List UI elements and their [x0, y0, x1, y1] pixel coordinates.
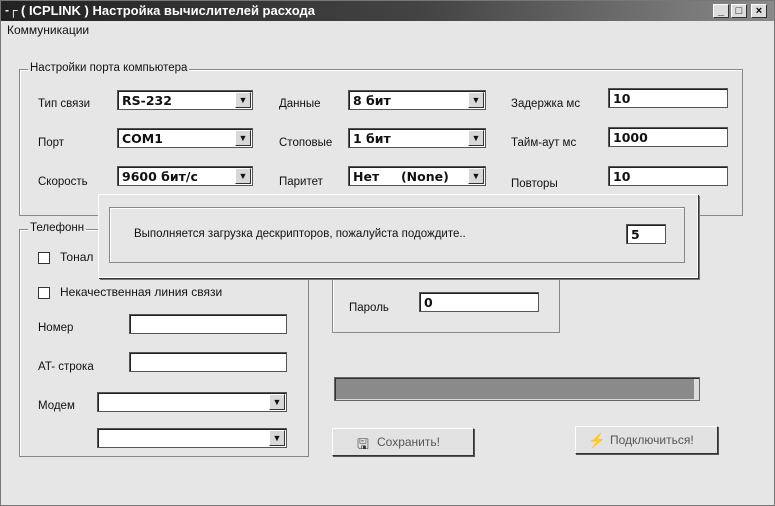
speed-label: Скорость: [38, 176, 88, 188]
chevron-down-icon[interactable]: ▼: [235, 92, 251, 108]
plug-icon: ⚡: [588, 432, 606, 448]
password-value: 0: [424, 295, 433, 310]
bad-line-label: Некачественная линия связи: [60, 285, 223, 299]
save-button[interactable]: 🖫 Сохранить!: [332, 428, 474, 456]
port-label: Порт: [38, 137, 65, 149]
loading-message: Выполняется загрузка дескрипторов, пожал…: [134, 228, 466, 240]
connect-button-label: Подключиться!: [610, 433, 694, 447]
timeout-value: 1000: [613, 130, 648, 145]
window-title: ( ICPLINK ) Настройка вычислителей расхо…: [21, 3, 315, 18]
close-button[interactable]: ×: [751, 4, 767, 18]
chevron-down-icon[interactable]: ▼: [468, 168, 484, 184]
floppy-disk-icon: 🖫: [357, 436, 369, 452]
maximize-button[interactable]: □: [731, 4, 747, 18]
stop-bits-value: 1 бит: [353, 131, 391, 146]
chevron-down-icon[interactable]: ▼: [468, 130, 484, 146]
port-settings-title: Настройки порта компьютера: [28, 62, 190, 74]
at-string-label: AT- строка: [38, 361, 94, 373]
retries-input[interactable]: 10: [608, 166, 728, 186]
main-window: -┌ ( ICPLINK ) Настройка вычислителей ра…: [0, 0, 775, 506]
chevron-down-icon[interactable]: ▼: [235, 130, 251, 146]
timeout-input[interactable]: 1000: [608, 127, 728, 147]
connect-button[interactable]: ⚡ Подключиться!: [575, 426, 718, 454]
modem-secondary-select[interactable]: ▼: [97, 428, 287, 448]
chevron-down-icon[interactable]: ▼: [235, 168, 251, 184]
delay-label: Задержка мс: [511, 98, 581, 110]
parity-label: Паритет: [279, 176, 323, 188]
conn-type-label: Тип связи: [38, 98, 91, 110]
tone-dial-label: Тонал: [60, 250, 94, 264]
retries-label: Повторы: [511, 178, 558, 190]
modem-select[interactable]: ▼: [97, 392, 287, 412]
port-value: COM1: [122, 131, 163, 146]
stop-bits-select[interactable]: 1 бит ▼: [348, 128, 486, 148]
number-input[interactable]: [129, 314, 287, 334]
descriptor-count-field: 5: [626, 224, 666, 244]
retries-value: 10: [613, 169, 631, 184]
progress-bar: [334, 377, 700, 401]
tone-dial-checkbox[interactable]: [38, 252, 50, 264]
speed-value: 9600 бит/с: [122, 169, 198, 184]
title-bar[interactable]: -┌ ( ICPLINK ) Настройка вычислителей ра…: [1, 1, 774, 21]
bad-line-checkbox[interactable]: [38, 287, 50, 299]
delay-input[interactable]: 10: [608, 88, 728, 108]
password-label: Пароль: [349, 302, 389, 314]
at-string-input[interactable]: [129, 352, 287, 372]
save-button-label: Сохранить!: [377, 435, 440, 449]
data-bits-value: 8 бит: [353, 93, 391, 108]
password-input[interactable]: 0: [419, 292, 539, 312]
modem-label: Модем: [38, 400, 75, 412]
data-bits-label: Данные: [279, 98, 321, 110]
menu-communications[interactable]: Коммуникации: [7, 23, 89, 37]
data-bits-select[interactable]: 8 бит ▼: [348, 90, 486, 110]
port-select[interactable]: COM1 ▼: [117, 128, 253, 148]
speed-select[interactable]: 9600 бит/с ▼: [117, 166, 253, 186]
parity-value: Нет (None): [353, 169, 449, 184]
loading-dialog-frame: Выполняется загрузка дескрипторов, пожал…: [109, 207, 685, 263]
delay-value: 10: [613, 91, 631, 106]
descriptor-count: 5: [631, 227, 640, 242]
conn-type-value: RS-232: [122, 93, 172, 108]
stop-bits-label: Стоповые: [279, 137, 333, 149]
system-menu-icon[interactable]: -┌: [5, 3, 19, 17]
chevron-down-icon[interactable]: ▼: [269, 394, 285, 410]
loading-dialog: Выполняется загрузка дескрипторов, пожал…: [98, 194, 698, 278]
progress-fill: [336, 379, 695, 399]
parity-select[interactable]: Нет (None) ▼: [348, 166, 486, 186]
conn-type-select[interactable]: RS-232 ▼: [117, 90, 253, 110]
chevron-down-icon[interactable]: ▼: [468, 92, 484, 108]
number-label: Номер: [38, 322, 74, 334]
timeout-label: Тайм-аут мс: [511, 137, 577, 149]
chevron-down-icon[interactable]: ▼: [269, 430, 285, 446]
minimize-button[interactable]: _: [713, 4, 729, 18]
menu-bar: Коммуникации: [1, 21, 774, 39]
phone-title: Телефонн: [28, 222, 87, 234]
